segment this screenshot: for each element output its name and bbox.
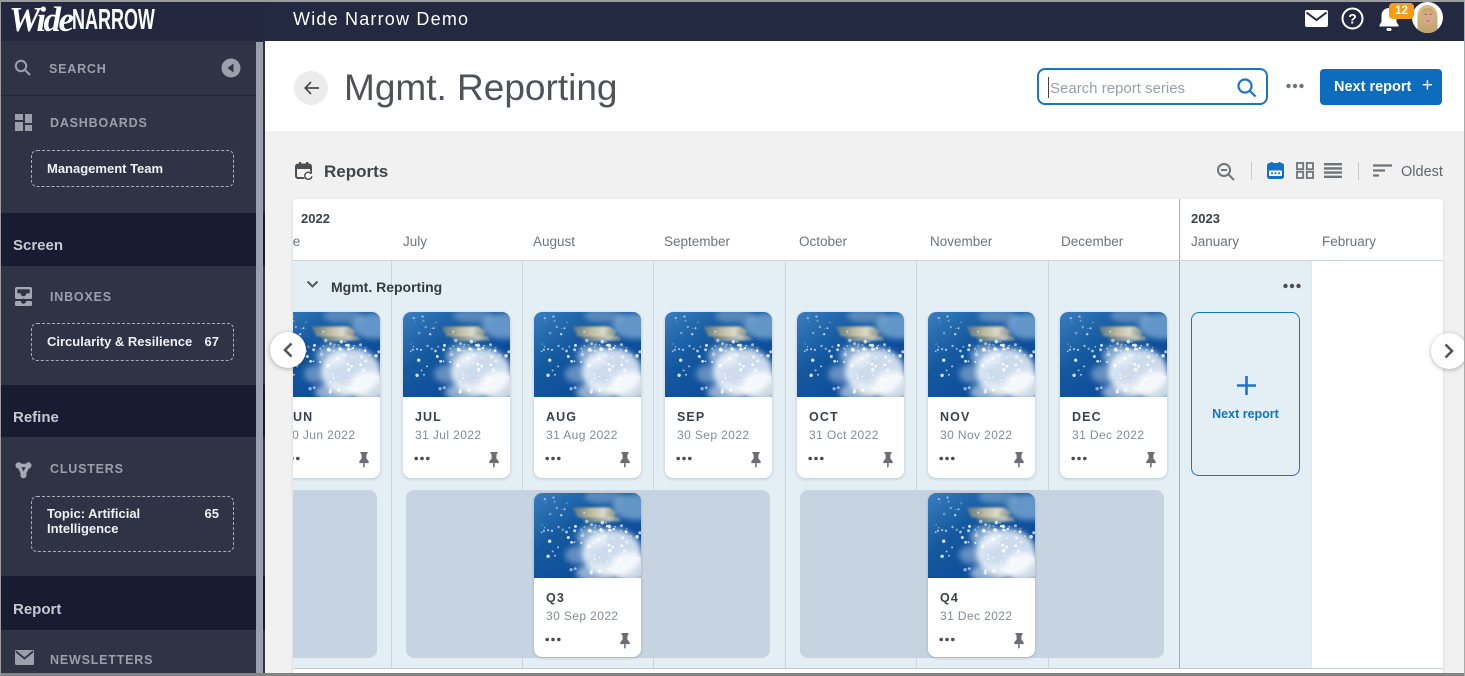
svg-text:?: ?	[1348, 11, 1357, 27]
